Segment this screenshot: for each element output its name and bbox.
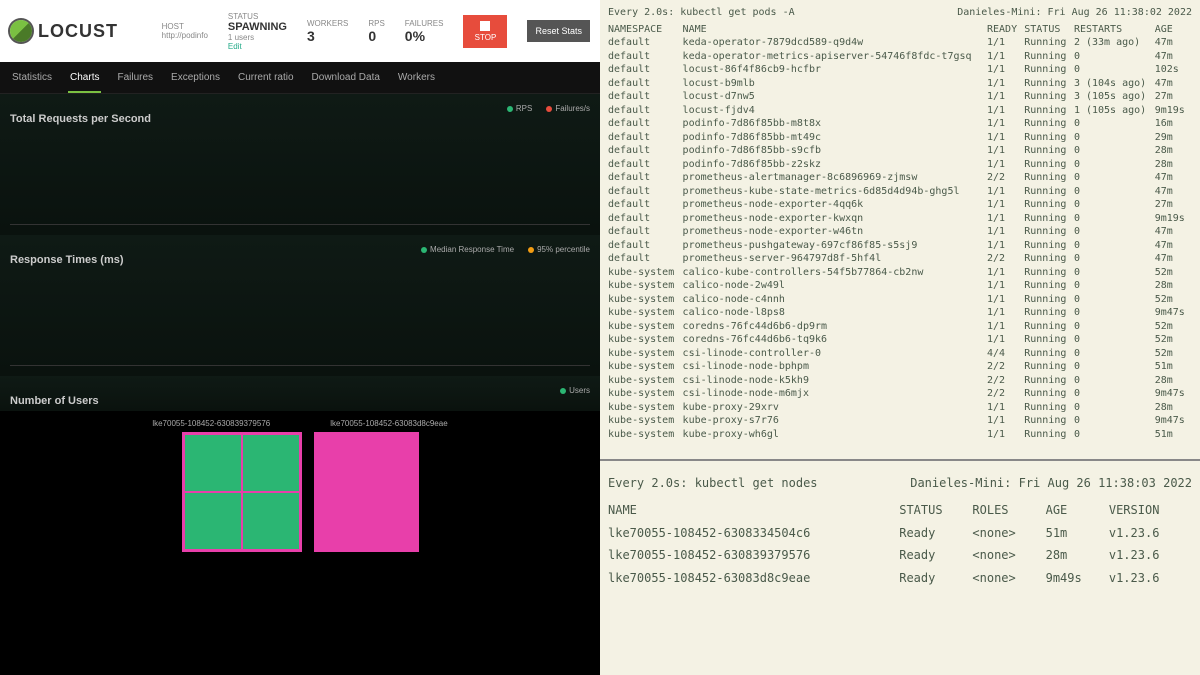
table-row: defaultprometheus-node-exporter-w46tn1/1… [608,225,1192,239]
table-row: defaultprometheus-alertmanager-8c6896969… [608,171,1192,185]
table-row: defaultprometheus-node-exporter-4qq6k1/1… [608,198,1192,212]
chart-requests: RPS Failures/s Total Requests per Second [0,94,600,235]
term1-cmd: Every 2.0s: kubectl get pods -A [608,6,795,20]
terminal-divider[interactable] [600,459,1200,461]
worker-thumb-label: lke70055-108452-63083d8c9eae [330,419,447,428]
table-row: defaultpodinfo-7d86f85bb-m8t8x1/1Running… [608,117,1192,131]
nodes-table: NAMESTATUSROLESAGEVERSIONlke70055-108452… [608,499,1192,589]
stat-workers: WORKERS 3 [307,19,348,44]
table-row: lke70055-108452-63083d8c9eaeReady<none>9… [608,567,1192,589]
tab-download-data[interactable]: Download Data [310,66,382,93]
chart-response-title: Response Times (ms) [10,254,590,266]
table-row: kube-systemcalico-node-c4nnh1/1Running05… [608,293,1192,307]
worker-thumb-1[interactable] [182,432,302,552]
terminal-pods: Every 2.0s: kubectl get pods -A Danieles… [600,0,1200,451]
edit-link[interactable]: Edit [228,42,287,51]
table-row: kube-systemcoredns-76fc44d6b6-tq9k61/1Ru… [608,333,1192,347]
stat-failures: FAILURES 0% [405,19,444,44]
tab-current-ratio[interactable]: Current ratio [236,66,296,93]
table-row: defaultlocust-fjdv41/1Running1 (105s ago… [608,104,1192,118]
terminal-pane: Every 2.0s: kubectl get pods -A Danieles… [600,0,1200,675]
table-row: kube-systemkube-proxy-wh6gl1/1Running051… [608,428,1192,442]
table-row: defaultprometheus-server-964797d8f-5hf4l… [608,252,1192,266]
table-header: AGE [1046,499,1109,521]
table-row: defaultlocust-b9mlb1/1Running3 (104s ago… [608,77,1192,91]
locust-icon [10,20,32,42]
table-header: STATUS [899,499,972,521]
table-row: defaultlocust-d7nw51/1Running3 (105s ago… [608,90,1192,104]
table-row: lke70055-108452-6308334504c6Ready<none>5… [608,522,1192,544]
tab-statistics[interactable]: Statistics [10,66,54,93]
table-row: defaultlocust-86f4f86cb9-hcfbr1/1Running… [608,63,1192,77]
table-header: AGE [1155,23,1192,37]
chart-response-times: Median Response Time 95% percentile Respo… [0,235,600,376]
pods-table: NAMESPACENAMEREADYSTATUSRESTARTSAGEdefau… [608,23,1192,442]
table-row: kube-systemcsi-linode-node-bphpm2/2Runni… [608,360,1192,374]
table-row: kube-systemcalico-node-2w49l1/1Running02… [608,279,1192,293]
table-header: READY [987,23,1024,37]
chart-users-title: Number of Users [10,395,590,407]
chart-requests-title: Total Requests per Second [10,113,590,125]
table-row: defaultkeda-operator-7879dcd589-q9d4w1/1… [608,36,1192,50]
table-row: defaultpodinfo-7d86f85bb-mt49c1/1Running… [608,131,1192,145]
legend-item: RPS [507,104,532,113]
table-row: defaultprometheus-node-exporter-kwxqn1/1… [608,212,1192,226]
terminal-nodes: Every 2.0s: kubectl get nodes Danieles-M… [600,467,1200,595]
legend-item: Users [560,386,590,395]
table-row: kube-systemcalico-kube-controllers-54f5b… [608,266,1192,280]
term2-host: Danieles-Mini: Fri Aug 26 11:38:03 2022 [910,473,1192,493]
table-header: VERSION [1109,499,1192,521]
stop-button[interactable]: STOP [463,15,507,48]
legend-item: 95% percentile [528,245,590,254]
locust-logo: LOCUST [10,20,118,42]
table-header: ROLES [972,499,1045,521]
table-row: lke70055-108452-630839379576Ready<none>2… [608,544,1192,566]
table-row: kube-systemkube-proxy-29xrv1/1Running028… [608,401,1192,415]
locust-tabs: Statistics Charts Failures Exceptions Curren… [0,62,600,94]
tab-failures[interactable]: Failures [115,66,155,93]
table-header: NAME [683,23,987,37]
table-header: STATUS [1024,23,1074,37]
term1-host: Danieles-Mini: Fri Aug 26 11:38:02 2022 [957,6,1192,20]
locust-brand: LOCUST [38,21,118,42]
locust-pane: LOCUST HOST http://podinfo STATUS SPAWNI… [0,0,600,675]
stop-icon [480,21,490,31]
table-header: NAME [608,499,899,521]
chart-users: Users Number of Users [0,376,600,411]
table-row: kube-systemkube-proxy-s7r761/1Running09m… [608,414,1192,428]
legend-item: Median Response Time [421,245,514,254]
table-row: defaultpodinfo-7d86f85bb-z2skz1/1Running… [608,158,1192,172]
table-header: RESTARTS [1074,23,1155,37]
table-row: kube-systemcsi-linode-node-k5kh92/2Runni… [608,374,1192,388]
table-row: kube-systemcoredns-76fc44d6b6-dp9rm1/1Ru… [608,320,1192,334]
tab-workers[interactable]: Workers [396,66,437,93]
table-row: defaultprometheus-kube-state-metrics-6d8… [608,185,1192,199]
term2-cmd: Every 2.0s: kubectl get nodes [608,473,818,493]
table-row: kube-systemcalico-node-l8ps81/1Running09… [608,306,1192,320]
table-row: defaultpodinfo-7d86f85bb-s9cfb1/1Running… [608,144,1192,158]
locust-header: LOCUST HOST http://podinfo STATUS SPAWNI… [0,0,600,62]
tab-exceptions[interactable]: Exceptions [169,66,222,93]
worker-thumb-label: lke70055-108452-630839379576 [152,419,270,428]
table-row: defaultprometheus-pushgateway-697cf86f85… [608,239,1192,253]
worker-thumb-2[interactable] [314,432,419,552]
tab-charts[interactable]: Charts [68,66,101,93]
table-row: defaultkeda-operator-metrics-apiserver-5… [608,50,1192,64]
table-header: NAMESPACE [608,23,683,37]
legend-item: Failures/s [546,104,590,113]
worker-thumbnails: lke70055-108452-630839379576 lke70055-108… [0,411,600,675]
table-row: kube-systemcsi-linode-node-m6mjx2/2Runni… [608,387,1192,401]
stat-host: HOST http://podinfo [162,22,208,40]
stat-rps: RPS 0 [368,19,384,44]
table-row: kube-systemcsi-linode-controller-04/4Run… [608,347,1192,361]
reset-stats-button[interactable]: Reset Stats [527,20,590,42]
stat-status: STATUS SPAWNING 1 users Edit [228,12,287,51]
